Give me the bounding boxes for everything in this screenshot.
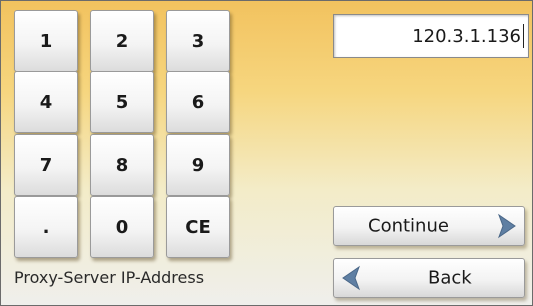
key-9[interactable]: 9 <box>166 134 230 196</box>
key-5[interactable]: 5 <box>90 71 154 133</box>
key-6[interactable]: 6 <box>166 71 230 133</box>
field-caption: Proxy-Server IP-Address <box>14 268 205 287</box>
text-caret <box>523 24 524 48</box>
key-4[interactable]: 4 <box>14 71 78 133</box>
key-dot[interactable]: . <box>14 196 78 258</box>
ip-address-value: 120.3.1.136 <box>412 25 521 47</box>
back-button-label: Back <box>428 267 472 289</box>
key-clear-entry[interactable]: CE <box>166 196 230 258</box>
back-button[interactable]: Back <box>333 258 525 298</box>
chevron-left-icon <box>342 265 361 291</box>
continue-button[interactable]: Continue <box>333 206 525 246</box>
key-1[interactable]: 1 <box>14 10 78 72</box>
continue-button-label: Continue <box>368 215 449 237</box>
key-7[interactable]: 7 <box>14 134 78 196</box>
ip-address-field[interactable]: 120.3.1.136 <box>333 14 529 58</box>
key-3[interactable]: 3 <box>166 10 230 72</box>
key-0[interactable]: 0 <box>90 196 154 258</box>
chevron-right-icon <box>497 213 516 239</box>
key-8[interactable]: 8 <box>90 134 154 196</box>
key-2[interactable]: 2 <box>90 10 154 72</box>
